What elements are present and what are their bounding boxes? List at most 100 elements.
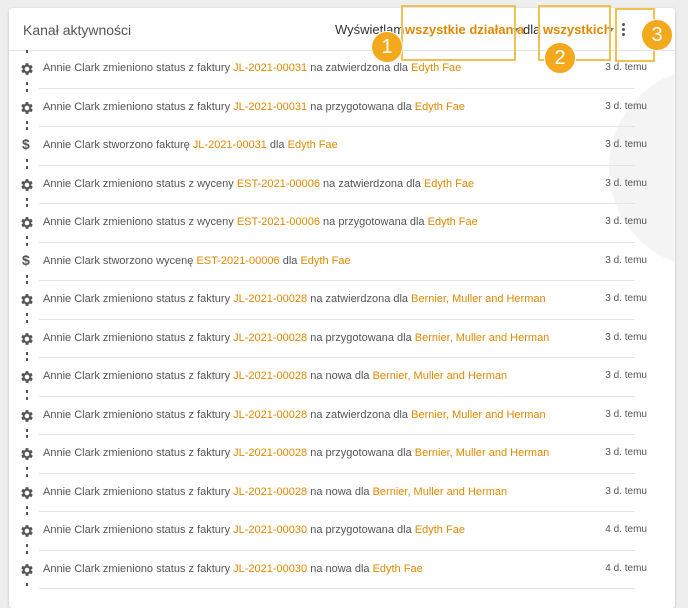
timeline-tick (26, 351, 28, 355)
client-link[interactable]: Bernier, Muller and Herman (415, 332, 550, 344)
timeline-tick (26, 204, 28, 207)
activity-text: Annie Clark zmieniono status z faktury J… (43, 409, 546, 421)
list-item: Annie Clark zmieniono status z faktury J… (21, 550, 647, 589)
timeline-tick (26, 165, 28, 169)
step-badge-2: 2 (544, 42, 576, 74)
gear-icon (19, 369, 35, 385)
activity-description: na przygotowana dla (319, 216, 428, 228)
activity-description: na przygotowana dla (307, 331, 415, 344)
document-link[interactable]: JL-2021-00031 (233, 62, 307, 74)
timestamp: 3 d. temu (605, 408, 647, 420)
step-badge-1: 1 (371, 31, 403, 63)
list-item: Annie Clark zmieniono status z faktury J… (21, 435, 647, 474)
timestamp: 3 d. temu (605, 293, 647, 304)
timeline-tick (26, 319, 28, 323)
timestamp: 3 d. temu (605, 447, 647, 458)
activity-description: na nowa dla (307, 485, 373, 498)
timeline-tick (26, 313, 28, 316)
timeline-tick (26, 274, 28, 278)
list-item: Annie Clark zmieniono status z faktury J… (21, 281, 647, 320)
document-link[interactable]: JL-2021-00028 (233, 409, 307, 421)
document-link[interactable]: JL-2021-00028 (233, 370, 307, 382)
client-link[interactable]: Edyth Fae (424, 178, 474, 190)
timestamp: 3 d. temu (605, 331, 647, 343)
timestamp: 3 d. temu (605, 100, 647, 112)
timeline-tick (26, 505, 28, 509)
client-link[interactable]: Bernier, Muller and Herman (415, 447, 550, 459)
activity-text: Annie Clark stworzono fakturę JL-2021-00… (43, 139, 338, 151)
timestamp: 3 d. temu (605, 370, 647, 381)
client-link[interactable]: Edyth Fae (415, 101, 465, 113)
gear-icon (19, 446, 35, 462)
client-link[interactable]: Edyth Fae (415, 524, 465, 536)
client-link[interactable]: Bernier, Muller and Herman (411, 409, 546, 421)
activity-description: na przygotowana dla (307, 447, 415, 459)
gear-icon (19, 408, 35, 424)
list-item: Annie Clark zmieniono status z faktury J… (21, 88, 647, 127)
list-item: $ Annie Clark stworzono fakturę JL-2021-0… (22, 127, 647, 166)
list-item: Annie Clark zmieniono status z faktury J… (21, 319, 647, 358)
client-link[interactable]: Edyth Fae (428, 216, 478, 228)
activity-text: Annie Clark zmieniono status z faktury J… (43, 101, 465, 113)
timeline-tick (26, 544, 28, 547)
document-link[interactable]: JL-2021-00028 (233, 293, 307, 305)
activity-description: Annie Clark zmieniono status z faktury (43, 524, 234, 536)
timeline-tick (26, 281, 28, 284)
activity-description: Annie Clark stworzono fakturę (43, 139, 193, 151)
activity-description: na zatwierdzona dla (307, 408, 412, 421)
document-link[interactable]: JL-2021-00028 (233, 447, 307, 459)
client-link[interactable]: Edyth Fae (373, 563, 423, 575)
client-link[interactable]: Edyth Fae (411, 62, 461, 74)
document-link[interactable]: JL-2021-00028 (233, 486, 307, 498)
list-item: Annie Clark zmieniono status z wyceny ES… (21, 204, 647, 243)
timeline-tick (26, 435, 28, 438)
timeline-tick (26, 242, 28, 246)
activity-description: dla (279, 254, 301, 267)
client-link[interactable]: Bernier, Muller and Herman (373, 370, 508, 382)
document-link[interactable]: JL-2021-00028 (233, 332, 307, 344)
client-link[interactable]: Bernier, Muller and Herman (411, 293, 546, 305)
list-item: Annie Clark zmieniono status z faktury J… (21, 473, 647, 512)
gear-icon (19, 562, 35, 578)
activity-text: Annie Clark zmieniono status z faktury J… (43, 293, 546, 305)
timeline-tick (26, 473, 28, 477)
activity-text: Annie Clark zmieniono status z wyceny ES… (43, 178, 474, 190)
activity-description: Annie Clark zmieniono status z faktury (43, 62, 234, 74)
document-link[interactable]: JL-2021-00030 (233, 524, 307, 536)
activity-description: Annie Clark zmieniono status z faktury (43, 370, 234, 382)
gear-icon (19, 215, 35, 231)
document-link[interactable]: EST-2021-00006 (196, 255, 279, 267)
timeline-tick (26, 550, 28, 554)
document-link[interactable]: EST-2021-00006 (237, 178, 320, 190)
timestamp: 3 d. temu (605, 177, 647, 189)
activity-description: Annie Clark zmieniono status z faktury (43, 447, 234, 459)
step-badge-3: 3 (641, 19, 673, 51)
activity-text: Annie Clark zmieniono status z faktury J… (43, 486, 507, 498)
gear-icon (19, 100, 35, 116)
activity-description: Annie Clark zmieniono status z faktury (43, 562, 234, 575)
timeline-tick (26, 358, 28, 361)
activity-description: na nowa dla (307, 370, 373, 382)
activity-text: Annie Clark zmieniono status z faktury J… (43, 563, 423, 575)
timeline-tick (26, 159, 28, 162)
activity-description: Annie Clark stworzono wycenę (43, 254, 197, 267)
document-link[interactable]: EST-2021-00006 (237, 216, 320, 228)
document-link[interactable]: JL-2021-00030 (233, 563, 307, 575)
timeline-tick (26, 512, 28, 515)
activity-description: Annie Clark zmieniono status z faktury (43, 293, 234, 305)
client-link[interactable]: Edyth Fae (288, 139, 338, 151)
document-link[interactable]: JL-2021-00031 (193, 139, 267, 151)
timestamp: 3 d. temu (605, 216, 647, 227)
timeline-tick (26, 127, 28, 130)
client-link[interactable]: Edyth Fae (300, 255, 350, 267)
activity-feed-card: Kanał aktywności Wyświetlam wszystkie dz… (9, 8, 675, 608)
activity-description: Annie Clark zmieniono status z faktury (43, 100, 234, 113)
timestamp: 3 d. temu (605, 62, 647, 73)
timeline-tick (26, 467, 28, 470)
client-link[interactable]: Bernier, Muller and Herman (373, 486, 508, 498)
gear-icon (19, 331, 35, 347)
activity-description: Annie Clark zmieniono status z faktury (43, 485, 234, 498)
activity-description: dla (266, 139, 288, 151)
document-link[interactable]: JL-2021-00031 (233, 101, 307, 113)
activity-description: Annie Clark zmieniono status z wyceny (43, 177, 237, 190)
